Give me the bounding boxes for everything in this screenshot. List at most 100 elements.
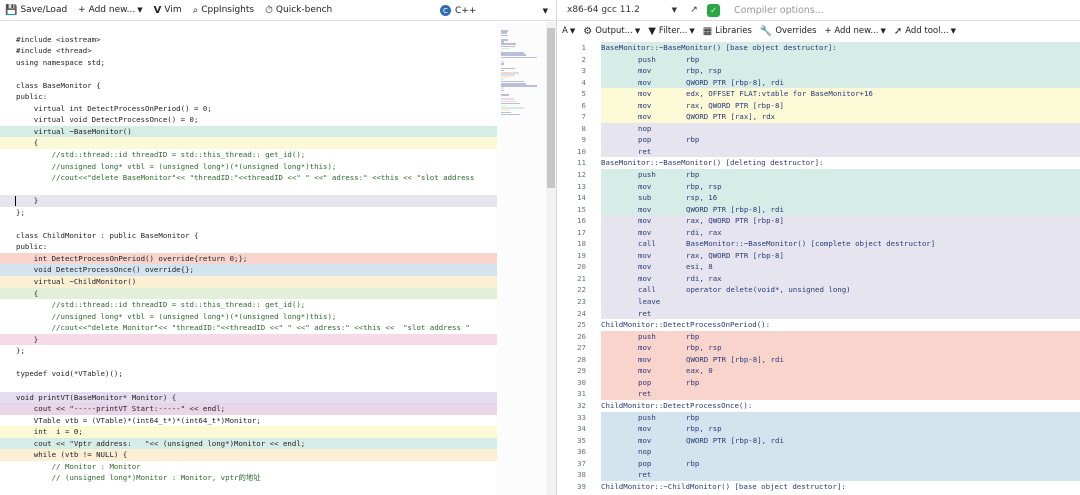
- asm-line[interactable]: 16 mov rax, QWORD PTR [rbp-8]: [558, 215, 1080, 227]
- source-code-line[interactable]: //unsigned long* vtbl = (unsigned long*)…: [0, 311, 497, 323]
- asm-line[interactable]: 15 mov QWORD PTR [rbp-8], rdi: [558, 203, 1080, 216]
- source-code-line[interactable]: };: [0, 207, 497, 219]
- source-code-line[interactable]: };: [0, 345, 497, 357]
- asm-line[interactable]: 19 mov rax, QWORD PTR [rbp-8]: [558, 249, 1080, 262]
- asm-line[interactable]: 11 BaseMonitor::~BaseMonitor() [deleting …: [558, 157, 1080, 170]
- asm-line[interactable]: 17 mov rdi, rax: [558, 226, 1080, 239]
- asm-line[interactable]: 31 ret: [558, 388, 1080, 400]
- asm-line[interactable]: 5 mov edx, OFFSET FLAT:vtable for BaseMoni…: [558, 88, 1080, 100]
- asm-line[interactable]: 3 mov rbp, rsp: [558, 65, 1080, 77]
- filter-button[interactable]: ▼ Filter... ▼: [648, 26, 694, 37]
- asm-line[interactable]: 18 call BaseMonitor::~BaseMonitor() [compl…: [558, 238, 1080, 250]
- source-code-line[interactable]: // (unsigned long*)Monitor : Monitor, vp…: [0, 472, 497, 484]
- source-code-line[interactable]: [0, 68, 497, 80]
- compile-status-button[interactable]: ✓: [707, 3, 720, 17]
- overrides-button[interactable]: 🔧 Overrides: [760, 26, 817, 37]
- source-code-line[interactable]: virtual void DetectProcessOnce() = 0;: [0, 114, 497, 126]
- asm-line[interactable]: 34 mov rbp, rsp: [558, 423, 1080, 435]
- language-selector[interactable]: C C++ ▼: [440, 3, 548, 18]
- asm-line[interactable]: 20 mov esi, 8: [558, 261, 1080, 273]
- asm-line[interactable]: 23 leave: [558, 296, 1080, 308]
- source-code-line[interactable]: void printVT(BaseMonitor* Monitor) {: [0, 391, 497, 404]
- asm-line[interactable]: 9 pop rbp: [558, 134, 1080, 146]
- source-code-line[interactable]: [0, 357, 497, 369]
- source-code-line[interactable]: [0, 380, 497, 392]
- scrollbar-thumb[interactable]: [547, 28, 555, 188]
- source-code-line[interactable]: {: [0, 137, 497, 150]
- libraries-button[interactable]: ▦ Libraries: [703, 26, 752, 37]
- compiler-options-input[interactable]: Compiler options...: [734, 5, 824, 16]
- asm-line[interactable]: 24 ret: [558, 307, 1080, 320]
- quickbench-button[interactable]: ⏱ Quick-bench: [265, 5, 332, 16]
- asm-line[interactable]: 35 mov QWORD PTR [rbp-8], rdi: [558, 434, 1080, 447]
- asm-line[interactable]: 12 push rbp: [558, 169, 1080, 181]
- asm-line[interactable]: 33 push rbp: [558, 411, 1080, 424]
- font-size-button[interactable]: A ▼: [562, 26, 575, 36]
- asm-line[interactable]: 27 mov rbp, rsp: [558, 342, 1080, 354]
- asm-line[interactable]: 4 mov QWORD PTR [rbp-8], rdi: [558, 76, 1080, 89]
- source-code-line[interactable]: }: [0, 333, 497, 346]
- assembly-output[interactable]: 1 BaseMonitor::~BaseMonitor() [base objec…: [558, 42, 1080, 495]
- source-code-line[interactable]: cout << "-----printVT Start:-----" << en…: [0, 403, 497, 415]
- asm-line[interactable]: 1 BaseMonitor::~BaseMonitor() [base objec…: [558, 42, 1080, 54]
- asm-line[interactable]: 37 pop rbp: [558, 457, 1080, 470]
- source-code-line[interactable]: VTable vtb = (VTable)*(int64_t*)*(int64_…: [0, 415, 497, 427]
- asm-line[interactable]: 2 push rbp: [558, 53, 1080, 66]
- source-code-line[interactable]: [0, 218, 497, 230]
- asm-line[interactable]: 38 ret: [558, 469, 1080, 481]
- asm-line[interactable]: 10 ret: [558, 145, 1080, 158]
- source-code-line[interactable]: }: [0, 195, 497, 207]
- popout-button[interactable]: ↗: [685, 3, 703, 18]
- source-code-line[interactable]: [0, 184, 497, 196]
- source-code-line[interactable]: void DetectProcessOnce() override{};: [0, 264, 497, 277]
- asm-line[interactable]: 32 ChildMonitor::DetectProcessOnce():: [558, 399, 1080, 412]
- asm-line[interactable]: 39 ChildMonitor::~ChildMonitor() [base ob…: [558, 480, 1080, 493]
- asm-line[interactable]: 14 sub rsp, 16: [558, 192, 1080, 204]
- source-code-line[interactable]: while (vtb != NULL) {: [0, 449, 497, 461]
- source-code-line[interactable]: virtual ~ChildMonitor(): [0, 276, 497, 288]
- asm-line[interactable]: 22 call operator delete(void*, unsigned lo…: [558, 284, 1080, 297]
- compiler-selector[interactable]: x86-64 gcc 11.2 ▼: [567, 5, 677, 15]
- asm-line[interactable]: 25 ChildMonitor::DetectProcessOnPeriod():: [558, 319, 1080, 331]
- source-code-line[interactable]: [0, 22, 497, 34]
- output-button[interactable]: ⚙ Output... ▼: [583, 26, 640, 37]
- vim-button[interactable]: V Vim: [154, 5, 182, 16]
- editor-scrollbar[interactable]: [546, 22, 556, 495]
- source-code-line[interactable]: // Monitor : Monitor: [0, 461, 497, 473]
- asm-line[interactable]: 26 push rbp: [558, 330, 1080, 343]
- add-new-button[interactable]: + Add new... ▼: [78, 5, 142, 15]
- source-code-line[interactable]: //cout<<"delete Monitor"<< "threadID:"<<…: [0, 322, 497, 334]
- source-code-line[interactable]: int DetectProcessOnPeriod() override{ret…: [0, 252, 497, 265]
- source-code-line[interactable]: typedef void(*VTable)();: [0, 368, 497, 380]
- asm-line[interactable]: 6 mov rax, QWORD PTR [rbp-8]: [558, 99, 1080, 112]
- asm-line[interactable]: 13 mov rbp, rsp: [558, 180, 1080, 193]
- source-code-line[interactable]: //cout<<"delete BaseMonitor"<< "threadID…: [0, 172, 497, 184]
- source-code-line[interactable]: //unsigned long* vtbl = (unsigned long*)…: [0, 161, 497, 173]
- source-code-line[interactable]: #include <iostream>: [0, 34, 497, 46]
- asm-line[interactable]: 28 mov QWORD PTR [rbp-8], rdi: [558, 353, 1080, 366]
- source-code-line[interactable]: int i = 0;: [0, 426, 497, 438]
- asm-line[interactable]: 29 mov eax, 0: [558, 365, 1080, 377]
- source-code-line[interactable]: virtual int DetectProcessOnPeriod() = 0;: [0, 103, 497, 115]
- source-code-line[interactable]: using namespace std;: [0, 57, 497, 69]
- source-code-line[interactable]: //std::thread::id threadID = std::this_t…: [0, 149, 497, 161]
- editor-minimap[interactable]: [497, 22, 545, 495]
- add-tool-button[interactable]: ➚ Add tool... ▼: [894, 26, 956, 37]
- source-code-line[interactable]: class BaseMonitor {: [0, 80, 497, 92]
- asm-line[interactable]: 36 nop: [558, 446, 1080, 458]
- code-editor[interactable]: #include <iostream> #include <thread> usin…: [0, 22, 497, 495]
- source-code-line[interactable]: //std::thread::id threadID = std::this_t…: [0, 299, 497, 311]
- asm-line[interactable]: 30 pop rbp: [558, 376, 1080, 389]
- asm-line[interactable]: 21 mov rdi, rax: [558, 272, 1080, 285]
- cppinsights-button[interactable]: ⌕ CppInsights: [193, 5, 255, 16]
- source-code-line[interactable]: public:: [0, 241, 497, 253]
- source-code-line[interactable]: public:: [0, 91, 497, 103]
- asm-line[interactable]: 7 mov QWORD PTR [rax], rdx: [558, 111, 1080, 123]
- source-code-line[interactable]: virtual ~BaseMonitor(): [0, 125, 497, 138]
- add-new-button[interactable]: + Add new... ▼: [825, 26, 886, 36]
- asm-line[interactable]: 8 nop: [558, 122, 1080, 135]
- source-code-line[interactable]: class ChildMonitor : public BaseMonitor …: [0, 230, 497, 242]
- source-code-line[interactable]: {: [0, 287, 497, 300]
- save-load-button[interactable]: 💾 Save/Load: [5, 5, 67, 16]
- source-code-line[interactable]: cout << "Vptr address: "<< (unsigned lon…: [0, 437, 497, 450]
